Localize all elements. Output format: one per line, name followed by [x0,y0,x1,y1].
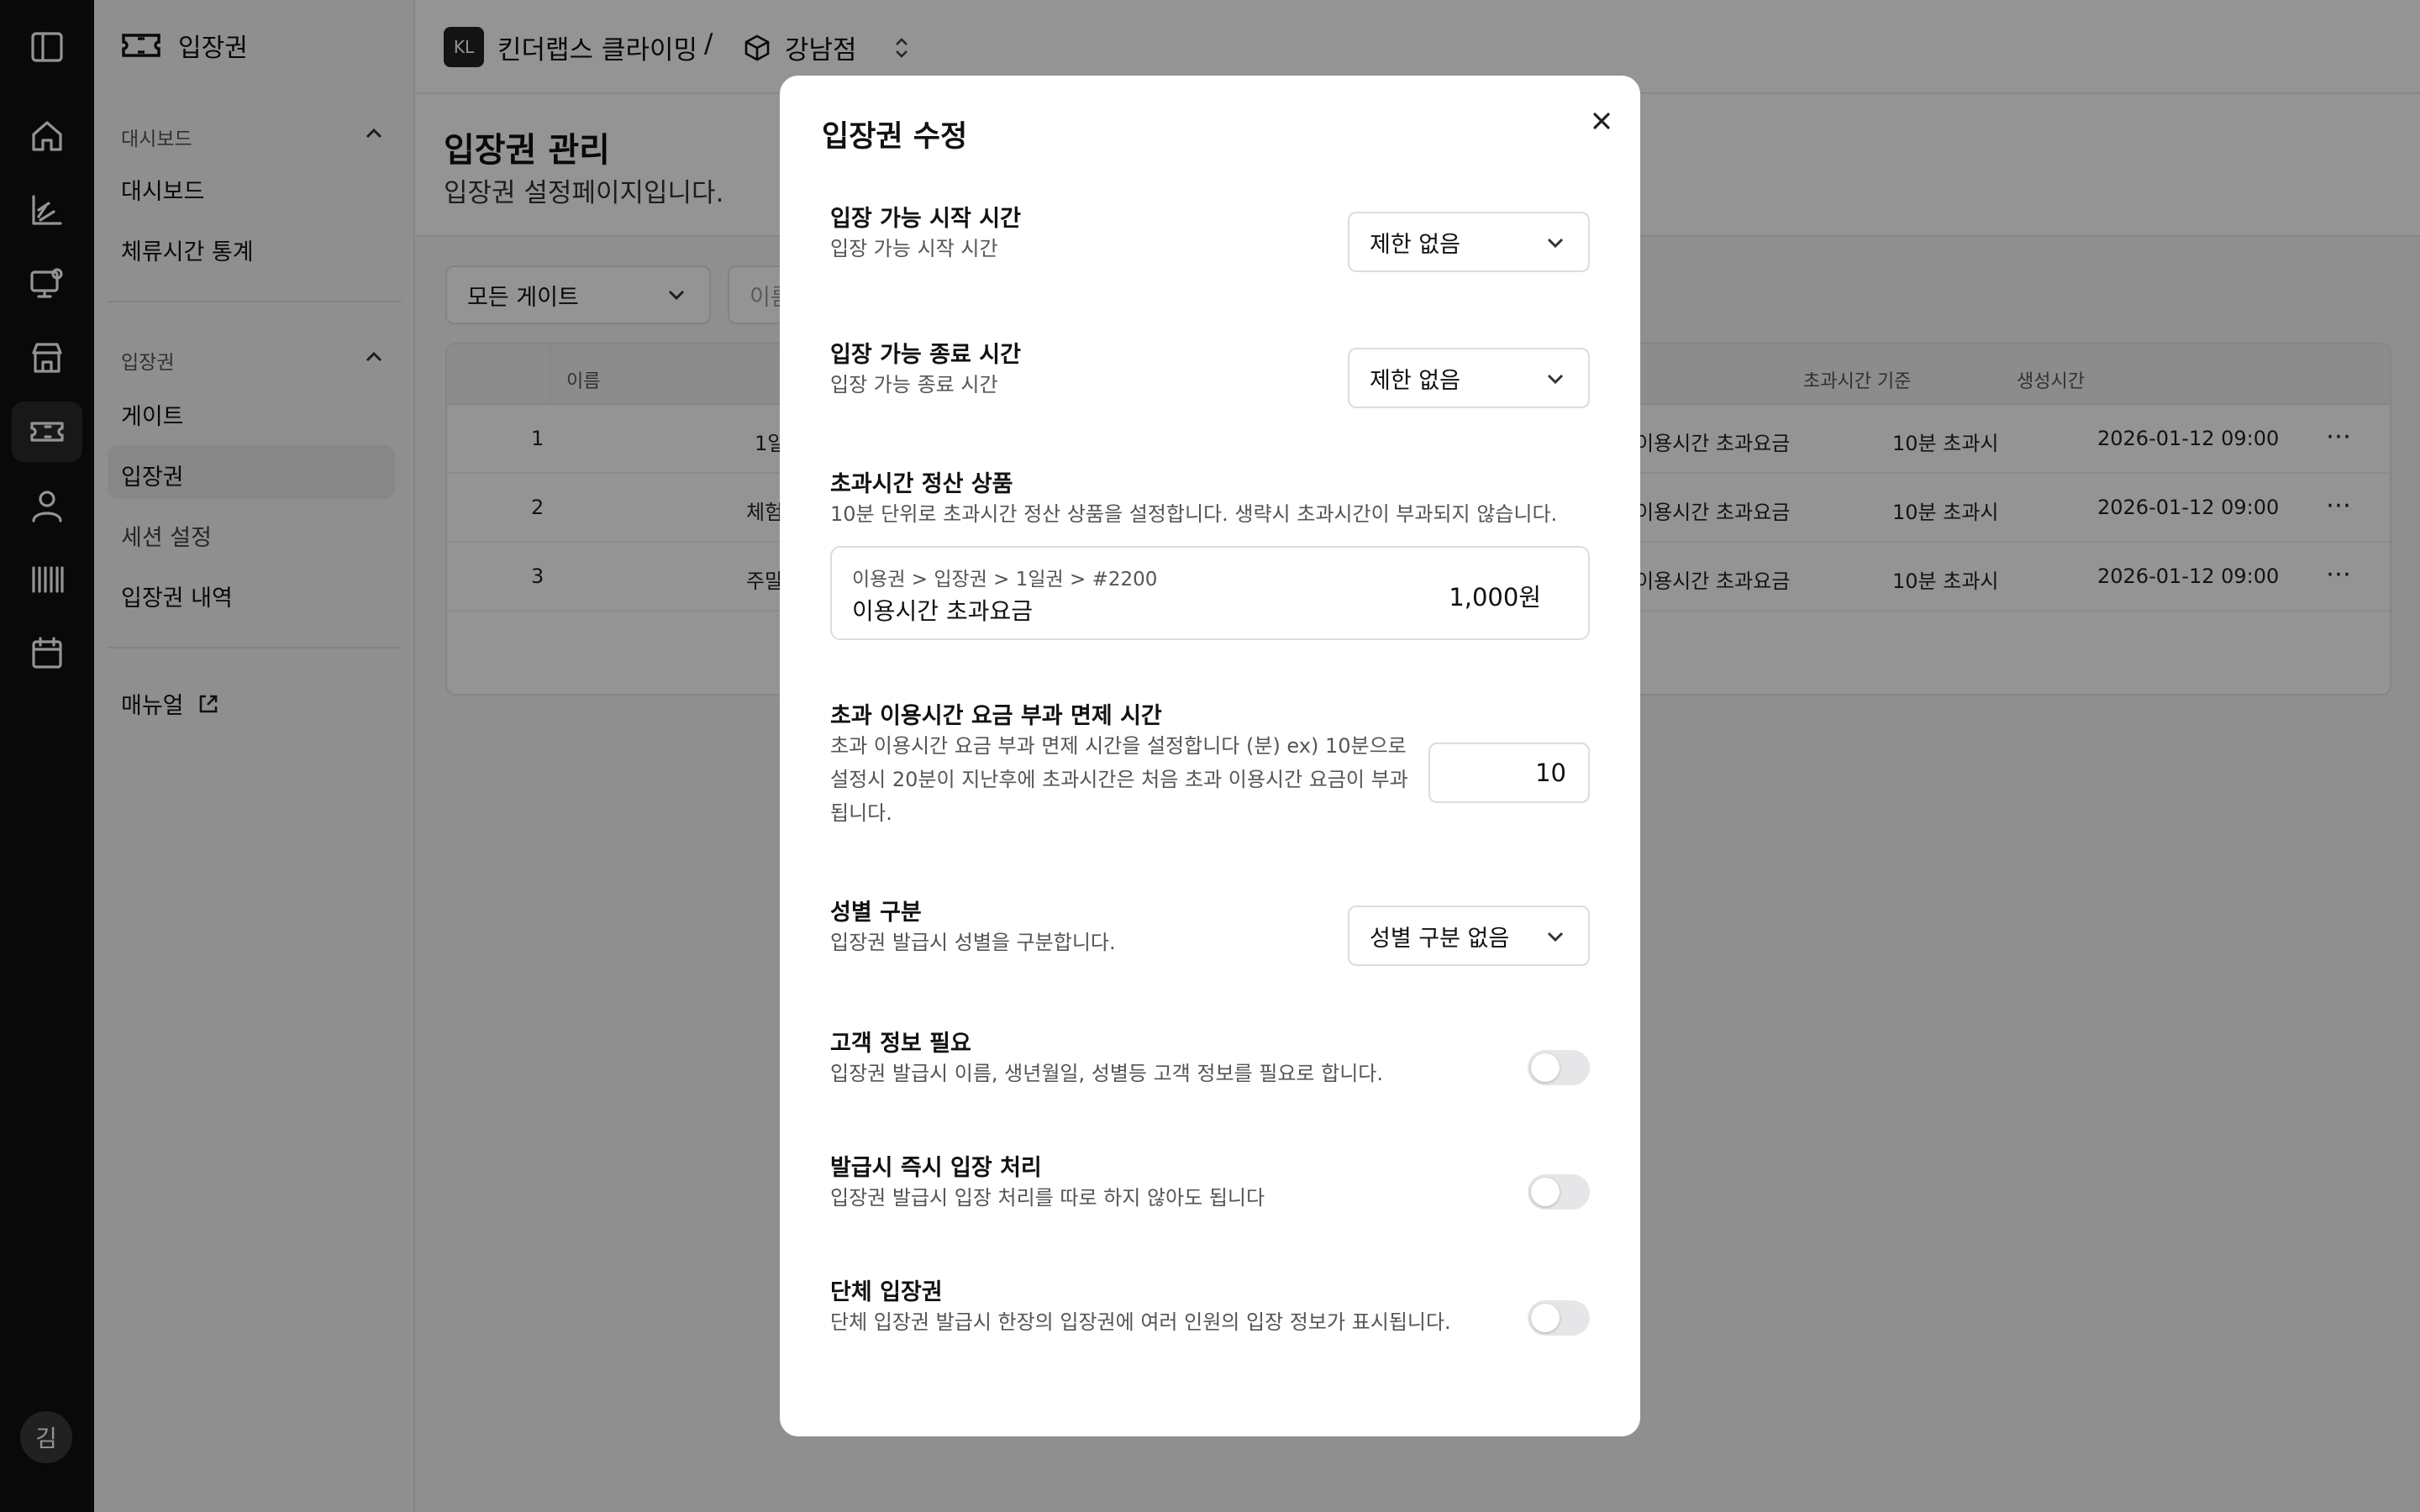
group-ticket-toggle[interactable] [1528,1300,1590,1336]
start-time-value: 제한 없음 [1370,231,1460,258]
group-ticket-desc: 단체 입장권 발급시 한장의 입장권에 여러 인원의 입장 정보가 표시됩니다. [830,1310,1451,1334]
product-name: 이용시간 초과요금 [852,597,1033,625]
instant-entry-desc: 입장권 발급시 입장 처리를 따로 하지 않아도 됩니다 [830,1186,1265,1210]
grace-time-desc-line-3: 됩니다. [830,801,892,825]
customer-info-toggle[interactable] [1528,1050,1590,1085]
grace-time-desc-line-2: 설정시 20분이 지난후에 초과시간은 처음 초과 이용시간 요금이 부과 [830,768,1408,791]
toggle-knob [1531,1304,1560,1332]
start-time-label: 입장 가능 시작 시간 [830,206,1021,232]
grace-time-label: 초과 이용시간 요금 부과 면제 시간 [830,703,1162,729]
chevron-down-icon [1544,368,1566,390]
toggle-knob [1531,1053,1560,1082]
gender-label: 성별 구분 [830,900,922,926]
gender-value: 성별 구분 없음 [1370,925,1510,952]
instant-entry-toggle[interactable] [1528,1174,1590,1210]
overtime-product-desc: 10분 단위로 초과시간 정산 상품을 설정합니다. 생략시 초과시간이 부과되… [830,502,1558,526]
group-ticket-label: 단체 입장권 [830,1279,943,1305]
end-time-value: 제한 없음 [1370,367,1460,394]
grace-time-input[interactable]: 10 [1428,743,1590,803]
product-path: 이용권 > 입장권 > 1일권 > #2200 [852,569,1158,591]
gender-select[interactable]: 성별 구분 없음 [1348,906,1590,966]
edit-ticket-modal: 입장권 수정 입장 가능 시작 시간 입장 가능 시작 시간 제한 없음 입장 … [780,76,1640,1436]
product-price: 1,000원 [1449,583,1541,612]
gender-desc: 입장권 발급시 성별을 구분합니다. [830,931,1116,954]
instant-entry-label: 발급시 즉시 입장 처리 [830,1155,1042,1181]
chevron-down-icon [1544,232,1566,254]
overtime-product-label: 초과시간 정산 상품 [830,471,1013,497]
customer-info-desc: 입장권 발급시 이름, 생년월일, 성별등 고객 정보를 필요로 합니다. [830,1062,1383,1085]
end-time-label: 입장 가능 종료 시간 [830,342,1021,368]
modal-title: 입장권 수정 [822,120,968,154]
end-time-select[interactable]: 제한 없음 [1348,348,1590,408]
overtime-product-picker[interactable]: 이용권 > 입장권 > 1일권 > #2200 이용시간 초과요금 1,000원 [830,546,1590,640]
close-icon[interactable] [1585,104,1618,138]
grace-time-desc-line-1: 초과 이용시간 요금 부과 면제 시간을 설정합니다 (분) ex) 10분으로 [830,734,1407,758]
end-time-desc: 입장 가능 종료 시간 [830,373,998,396]
chevron-down-icon [1544,926,1566,948]
customer-info-label: 고객 정보 필요 [830,1031,971,1057]
start-time-select[interactable]: 제한 없음 [1348,212,1590,272]
start-time-desc: 입장 가능 시작 시간 [830,237,998,260]
toggle-knob [1531,1178,1560,1206]
